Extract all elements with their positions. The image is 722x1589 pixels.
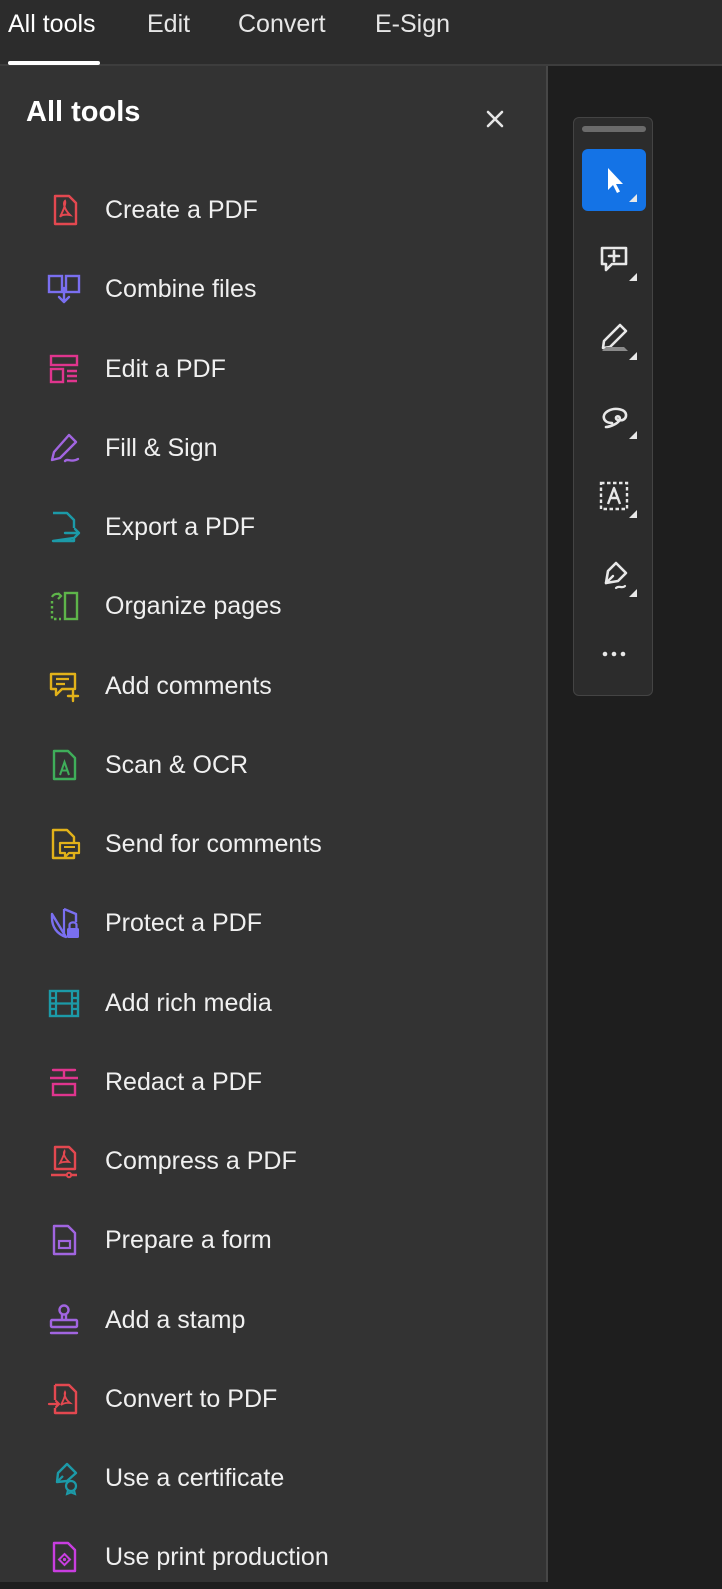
edit-pdf-icon	[42, 347, 86, 391]
rich-media-icon	[42, 981, 86, 1025]
tab-all-tools[interactable]: All tools	[8, 4, 96, 44]
top-tab-bar: All tools Edit Convert E-Sign	[0, 0, 722, 66]
protect-pdf-icon	[42, 901, 86, 945]
tool-label: Convert to PDF	[105, 1384, 278, 1413]
sign-tool-button[interactable]	[582, 544, 646, 606]
tool-label: Protect a PDF	[105, 908, 262, 937]
tool-item-organize-pages[interactable]: Organize pages	[26, 574, 526, 638]
pen-nib-icon	[604, 561, 628, 590]
draw-tool-button[interactable]	[582, 386, 646, 448]
tool-label: Organize pages	[105, 591, 282, 620]
stamp-icon	[42, 1298, 86, 1342]
tool-label: Add rich media	[105, 988, 272, 1017]
add-comment-tool-button[interactable]	[582, 228, 646, 290]
tool-item-scan-ocr[interactable]: Scan & OCR	[26, 733, 526, 797]
comment-plus-icon	[600, 246, 628, 272]
tab-edit[interactable]: Edit	[147, 4, 190, 44]
tab-esign[interactable]: E-Sign	[375, 4, 450, 44]
tool-label: Use a certificate	[105, 1463, 285, 1492]
close-icon	[486, 110, 504, 128]
tool-item-protect-pdf[interactable]: Protect a PDF	[26, 891, 526, 955]
tool-item-create-pdf[interactable]: Create a PDF	[26, 178, 526, 242]
tool-item-edit-pdf[interactable]: Edit a PDF	[26, 337, 526, 401]
tool-item-convert-to-pdf[interactable]: Convert to PDF	[26, 1367, 526, 1431]
prepare-form-icon	[42, 1218, 86, 1262]
close-button[interactable]	[478, 102, 512, 136]
tool-item-stamp[interactable]: Add a stamp	[26, 1288, 526, 1352]
tool-item-certificate[interactable]: Use a certificate	[26, 1446, 526, 1510]
text-box-icon	[599, 481, 629, 511]
create-pdf-icon	[42, 188, 86, 232]
submenu-indicator	[629, 273, 637, 281]
tool-label: Add comments	[105, 671, 272, 700]
tool-label: Edit a PDF	[105, 354, 226, 383]
active-tab-indicator	[8, 61, 100, 65]
print-production-icon	[42, 1535, 86, 1579]
tab-convert[interactable]: Convert	[238, 4, 326, 44]
tool-label: Compress a PDF	[105, 1146, 297, 1175]
tool-item-send-for-comments[interactable]: Send for comments	[26, 812, 526, 876]
organize-pages-icon	[42, 584, 86, 628]
text-tool-button[interactable]	[582, 465, 646, 527]
tool-label: Use print production	[105, 1542, 329, 1571]
fill-sign-icon	[42, 426, 86, 470]
tool-item-combine-files[interactable]: Combine files	[26, 257, 526, 321]
submenu-indicator	[629, 194, 637, 202]
certificate-icon	[42, 1456, 86, 1500]
tool-item-compress-pdf[interactable]: Compress a PDF	[26, 1129, 526, 1193]
more-icon	[602, 651, 626, 657]
compress-pdf-icon	[42, 1139, 86, 1183]
select-tool-button[interactable]	[582, 149, 646, 211]
tool-label: Add a stamp	[105, 1305, 246, 1334]
freehand-icon	[602, 407, 628, 429]
tool-item-export-pdf[interactable]: Export a PDF	[26, 495, 526, 559]
tool-item-add-comments[interactable]: Add comments	[26, 654, 526, 718]
more-tools-button[interactable]	[582, 623, 646, 685]
send-for-comments-icon	[42, 822, 86, 866]
tool-label: Prepare a form	[105, 1225, 272, 1254]
cursor-icon	[608, 168, 623, 193]
tool-label: Export a PDF	[105, 512, 256, 541]
tool-label: Fill & Sign	[105, 433, 218, 462]
tool-item-rich-media[interactable]: Add rich media	[26, 971, 526, 1035]
submenu-indicator	[629, 589, 637, 597]
tool-label: Send for comments	[105, 829, 322, 858]
highlighter-icon	[601, 323, 628, 351]
redact-pdf-icon	[42, 1060, 86, 1104]
tool-item-print-production[interactable]: Use print production	[26, 1525, 526, 1589]
quick-actions-toolbar	[573, 117, 653, 696]
submenu-indicator	[629, 431, 637, 439]
tool-item-redact-pdf[interactable]: Redact a PDF	[26, 1050, 526, 1114]
export-pdf-icon	[42, 505, 86, 549]
all-tools-panel: All tools Create a PDF Combine files Edit …	[0, 66, 548, 1582]
tool-item-fill-sign[interactable]: Fill & Sign	[26, 416, 526, 480]
panel-title: All tools	[26, 96, 141, 128]
highlight-tool-button[interactable]	[582, 307, 646, 369]
tool-label: Scan & OCR	[105, 750, 249, 779]
convert-to-pdf-icon	[42, 1377, 86, 1421]
submenu-indicator	[629, 352, 637, 360]
submenu-indicator	[629, 510, 637, 518]
toolbar-grip-handle[interactable]	[582, 126, 646, 132]
combine-files-icon	[42, 267, 86, 311]
tool-item-prepare-form[interactable]: Prepare a form	[26, 1208, 526, 1272]
add-comments-icon	[42, 664, 86, 708]
scan-ocr-icon	[42, 743, 86, 787]
tool-label: Combine files	[105, 274, 257, 303]
tool-label: Redact a PDF	[105, 1067, 263, 1096]
tool-label: Create a PDF	[105, 195, 258, 224]
